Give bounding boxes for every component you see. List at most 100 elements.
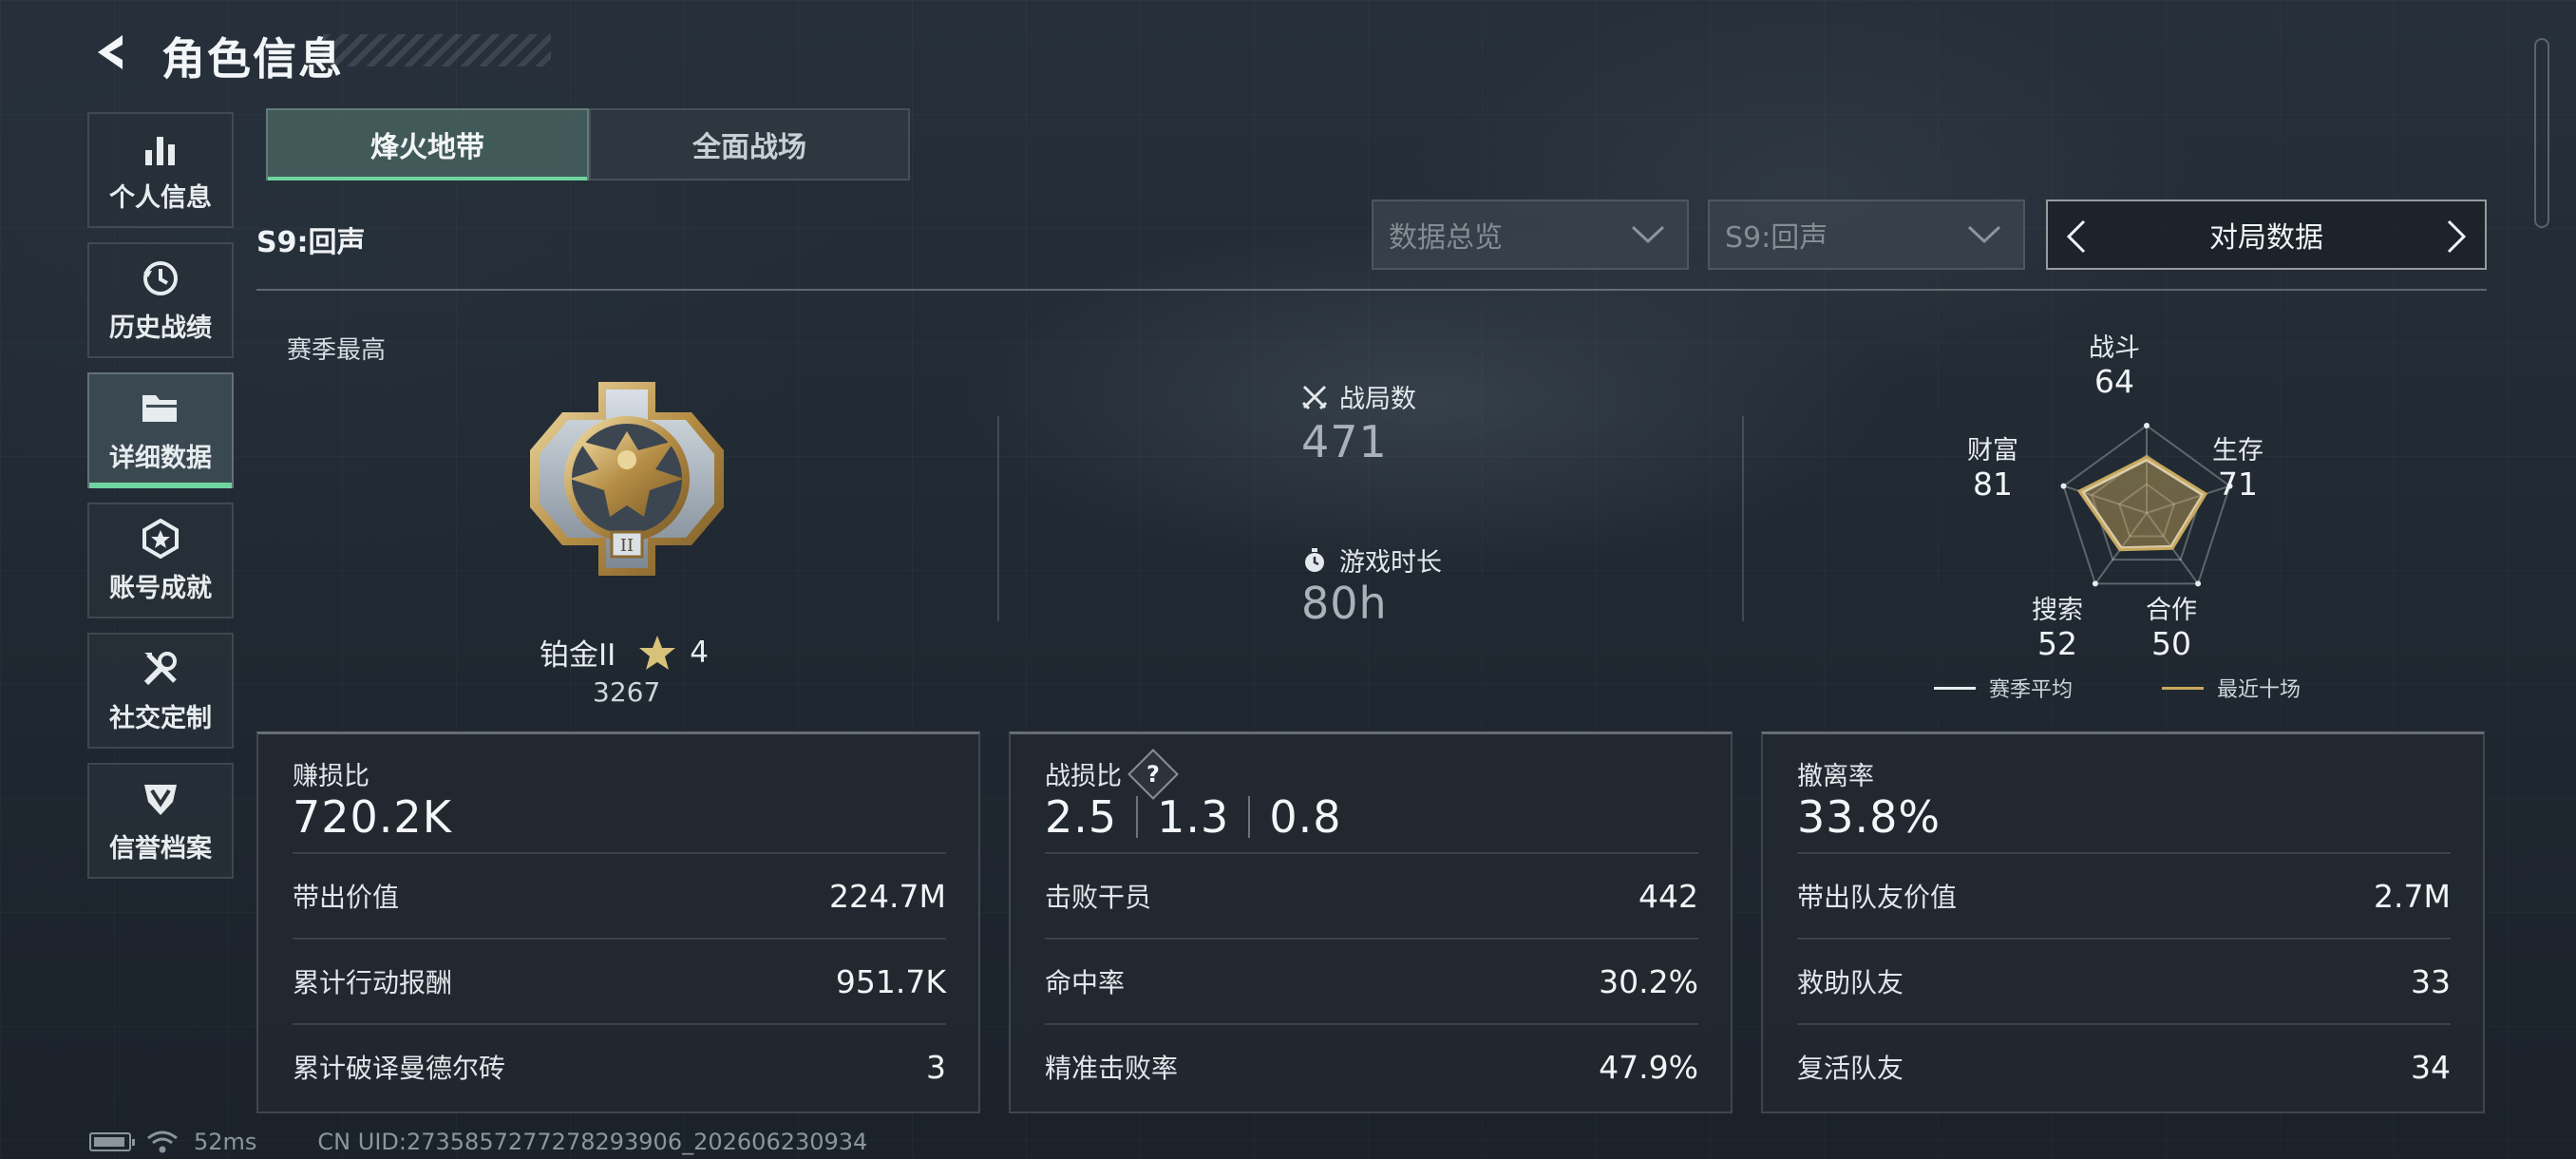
divider (1742, 416, 1744, 621)
rank-score: 3267 (593, 676, 661, 708)
card-title: 撤离率 (1797, 762, 1874, 791)
radar-value-combat: 64 (2094, 363, 2134, 400)
ratio-value: 0.8 (1269, 791, 1342, 843)
radar-value-cooperation: 50 (2151, 625, 2191, 662)
status-footer: 52ms CN UID:2735857277278293906_20260623… (89, 1129, 867, 1155)
radar-axis-dot (2195, 580, 2202, 587)
radar-label-cooperation: 合作 (2146, 596, 2197, 625)
playtime-label: 游戏时长 (1339, 548, 1442, 578)
sidebar-item-reputation[interactable]: 信誉档案 (87, 763, 234, 879)
legend-season-avg: 赛季平均 (1934, 673, 2073, 703)
tab-full-battlefield[interactable]: 全面战场 (589, 108, 910, 180)
stat-value: 47.9% (1599, 1048, 1698, 1086)
chevron-left-icon[interactable] (2063, 218, 2090, 255)
playtime-value: 80h (1301, 578, 1388, 629)
stat-value: 224.7M (829, 877, 946, 915)
sidebar-item-label: 信誉档案 (109, 833, 212, 864)
stat-label: 击败干员 (1045, 882, 1152, 913)
playtime-label-group: 游戏时长 (1301, 542, 1442, 579)
stat-value: 442 (1638, 877, 1698, 915)
matches-value: 471 (1301, 416, 1388, 467)
match-data-pager: 对局数据 (2046, 200, 2487, 270)
radar-value-wealth: 81 (1973, 466, 2013, 503)
season-dropdown[interactable]: S9:回声 (1708, 200, 2025, 270)
stat-row: 精准击败率 47.9% (1045, 1023, 1698, 1109)
ratio-separator (1248, 796, 1251, 838)
svg-text:II: II (620, 536, 634, 556)
sidebar-item-label: 个人信息 (109, 182, 212, 213)
card-title: 战损比 (1045, 762, 1122, 791)
combat-card: 战损比 ? 2.5 1.3 0.8 击败干员 442 命中率 30.2% 精准击败率… (1009, 732, 1733, 1113)
stat-label: 累计破译曼德尔砖 (293, 1053, 506, 1084)
history-icon (140, 257, 181, 299)
sidebar-item-label: 详细数据 (109, 443, 212, 473)
sidebar-item-label: 账号成就 (109, 573, 212, 603)
card-value: 33.8% (1797, 791, 1941, 843)
stat-row: 击败干员 442 (1045, 852, 1698, 938)
stat-label: 救助队友 (1797, 967, 1904, 998)
stat-row: 命中率 30.2% (1045, 938, 1698, 1023)
radar-value-survival: 71 (2218, 466, 2258, 503)
shield-icon (140, 778, 181, 820)
sidebar-item-label: 社交定制 (109, 703, 212, 733)
rank-stars: 4 (690, 635, 710, 670)
star-icon (639, 635, 676, 670)
profit-card: 赚损比 720.2K 带出价值 224.7M 累计行动报酬 951.7K 累计破译曼… (256, 732, 980, 1113)
radar-label-survival: 生存 (2212, 436, 2263, 466)
stat-value: 33 (2411, 962, 2451, 1000)
wifi-icon (147, 1130, 178, 1153)
bar-chart-icon (140, 127, 181, 169)
radar-series-recent (2076, 455, 2208, 552)
matches-label-group: 战局数 (1301, 378, 1416, 415)
tab-hazard-zone[interactable]: 烽火地带 (266, 108, 589, 180)
crossed-swords-icon (1301, 384, 1328, 410)
rank-badge-icon: II (522, 374, 731, 583)
page-title: 角色信息 (161, 33, 344, 85)
stat-row: 带出价值 224.7M (293, 852, 946, 938)
radar-label-wealth: 财富 (1967, 436, 2018, 466)
season-best-label: 赛季最高 (287, 336, 387, 365)
sidebar-item-detailed-data[interactable]: 详细数据 (87, 372, 234, 488)
stat-value: 34 (2411, 1048, 2451, 1086)
stat-row: 复活队友 34 (1797, 1023, 2451, 1109)
stat-row: 累计破译曼德尔砖 3 (293, 1023, 946, 1109)
chevron-right-icon[interactable] (2443, 218, 2470, 255)
back-arrow-icon (98, 35, 123, 69)
scroll-indicator[interactable] (2534, 38, 2549, 228)
folder-icon (140, 388, 181, 429)
chevron-down-icon (1631, 225, 1665, 244)
data-type-dropdown[interactable]: 数据总览 (1372, 200, 1689, 270)
divider (997, 416, 999, 621)
sidebar-item-achievements[interactable]: 账号成就 (87, 503, 234, 618)
back-button[interactable] (87, 28, 135, 76)
radar-label-combat: 战斗 (2089, 333, 2140, 363)
ratio-value: 2.5 (1045, 791, 1118, 843)
battery-icon (89, 1132, 135, 1151)
stat-label: 精准击败率 (1045, 1053, 1179, 1084)
legend-recent: 最近十场 (2162, 673, 2301, 703)
card-value: 720.2K (293, 791, 452, 843)
uid-text: CN UID:2735857277278293906_202606230934 (317, 1129, 868, 1155)
stopwatch-icon (1301, 547, 1328, 574)
stat-value: 951.7K (835, 962, 946, 1000)
sidebar-item-social[interactable]: 社交定制 (87, 633, 234, 749)
season-label: S9:回声 (256, 226, 366, 259)
sidebar-item-profile[interactable]: 个人信息 (87, 112, 234, 228)
radar-label-search: 搜索 (2032, 596, 2083, 625)
sidebar-item-history[interactable]: 历史战绩 (87, 242, 234, 358)
ratio-value: 1.3 (1157, 791, 1230, 843)
sidebar-item-label: 历史战绩 (109, 313, 212, 343)
stat-value: 3 (926, 1048, 946, 1086)
stat-label: 带出队友价值 (1797, 882, 1958, 913)
kd-ratios: 2.5 1.3 0.8 (1045, 791, 1341, 843)
radar-axis-dot (2144, 423, 2150, 428)
rank-name: 铂金II (540, 638, 616, 673)
matches-label: 战局数 (1339, 385, 1416, 414)
season-dropdown-value: S9:回声 (1725, 221, 1828, 255)
data-type-value: 数据总览 (1389, 221, 1503, 255)
stat-label: 复活队友 (1797, 1053, 1904, 1084)
stat-label: 累计行动报酬 (293, 967, 453, 998)
legend-label: 赛季平均 (1989, 678, 2074, 702)
help-glyph: ? (1146, 760, 1160, 788)
legend-swatch (2162, 686, 2204, 690)
